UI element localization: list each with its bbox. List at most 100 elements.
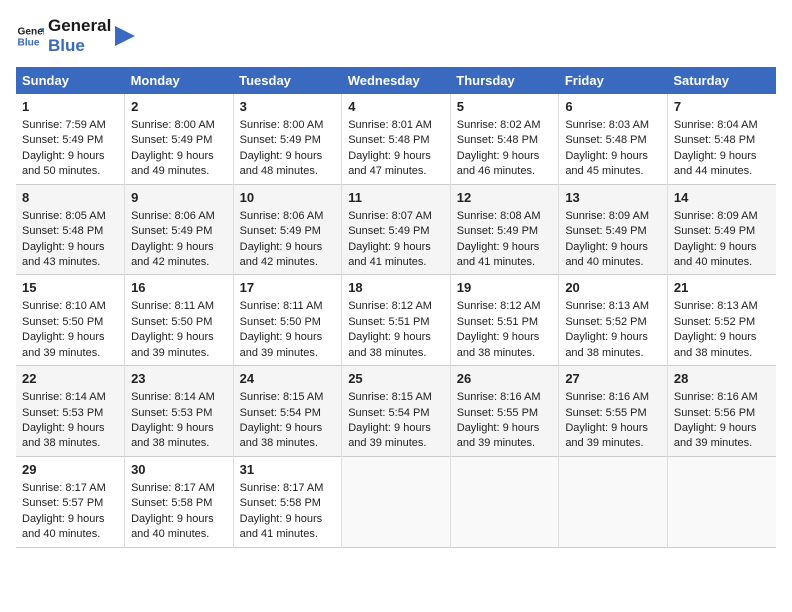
day-info: Sunrise: 8:17 AM — [131, 481, 227, 496]
day-number: 14 — [674, 189, 770, 207]
day-info: and 43 minutes. — [22, 255, 118, 270]
logo-blue: Blue — [48, 36, 111, 56]
day-info: Sunset: 5:48 PM — [457, 133, 553, 148]
day-info: Daylight: 9 hours — [240, 240, 336, 255]
day-cell: 8 Sunrise: 8:05 AMSunset: 5:48 PMDaylight… — [16, 184, 125, 275]
day-info: and 50 minutes. — [22, 164, 118, 179]
day-info: Sunrise: 8:15 AM — [240, 390, 336, 405]
day-cell — [450, 456, 559, 547]
day-info: Sunset: 5:50 PM — [240, 315, 336, 330]
day-cell: 12Sunrise: 8:08 AMSunset: 5:49 PMDayligh… — [450, 184, 559, 275]
day-info: Sunrise: 8:01 AM — [348, 118, 444, 133]
day-info: and 42 minutes. — [131, 255, 227, 270]
day-info: Sunset: 5:49 PM — [240, 133, 336, 148]
day-cell: 6Sunrise: 8:03 AMSunset: 5:48 PMDaylight… — [559, 94, 668, 184]
day-info: Sunrise: 8:06 AM — [131, 209, 227, 224]
day-cell: 26Sunrise: 8:16 AMSunset: 5:55 PMDayligh… — [450, 366, 559, 457]
day-info: Sunset: 5:52 PM — [674, 315, 770, 330]
day-info: Daylight: 9 hours — [131, 330, 227, 345]
day-cell: 1Sunrise: 7:59 AMSunset: 5:49 PMDaylight… — [16, 94, 125, 184]
week-row-1: 1Sunrise: 7:59 AMSunset: 5:49 PMDaylight… — [16, 94, 776, 184]
day-info: Daylight: 9 hours — [565, 149, 661, 164]
day-cell: 15Sunrise: 8:10 AMSunset: 5:50 PMDayligh… — [16, 275, 125, 366]
day-number: 28 — [674, 370, 770, 388]
day-info: Sunset: 5:52 PM — [565, 315, 661, 330]
day-cell: 21Sunrise: 8:13 AMSunset: 5:52 PMDayligh… — [667, 275, 776, 366]
week-row-3: 15Sunrise: 8:10 AMSunset: 5:50 PMDayligh… — [16, 275, 776, 366]
day-info: and 38 minutes. — [240, 436, 336, 451]
day-number: 11 — [348, 189, 444, 207]
day-info: Sunrise: 8:05 AM — [22, 209, 118, 224]
day-info: and 45 minutes. — [565, 164, 661, 179]
day-info: and 39 minutes. — [457, 436, 553, 451]
day-cell: 27Sunrise: 8:16 AMSunset: 5:55 PMDayligh… — [559, 366, 668, 457]
day-info: Daylight: 9 hours — [240, 421, 336, 436]
day-info: Sunrise: 8:09 AM — [674, 209, 770, 224]
day-info: Sunset: 5:48 PM — [22, 224, 118, 239]
day-info: and 40 minutes. — [674, 255, 770, 270]
day-info: and 39 minutes. — [348, 436, 444, 451]
day-info: Daylight: 9 hours — [22, 149, 118, 164]
day-info: and 38 minutes. — [457, 346, 553, 361]
day-cell: 19Sunrise: 8:12 AMSunset: 5:51 PMDayligh… — [450, 275, 559, 366]
day-info: Sunset: 5:53 PM — [22, 406, 118, 421]
day-info: Daylight: 9 hours — [457, 240, 553, 255]
day-info: Daylight: 9 hours — [457, 330, 553, 345]
week-row-4: 22Sunrise: 8:14 AMSunset: 5:53 PMDayligh… — [16, 366, 776, 457]
day-info: Sunset: 5:53 PM — [131, 406, 227, 421]
day-info: Sunrise: 8:14 AM — [22, 390, 118, 405]
day-cell: 3Sunrise: 8:00 AMSunset: 5:49 PMDaylight… — [233, 94, 342, 184]
day-cell: 25Sunrise: 8:15 AMSunset: 5:54 PMDayligh… — [342, 366, 451, 457]
day-number: 8 — [22, 189, 118, 207]
day-cell: 10Sunrise: 8:06 AMSunset: 5:49 PMDayligh… — [233, 184, 342, 275]
day-cell: 4Sunrise: 8:01 AMSunset: 5:48 PMDaylight… — [342, 94, 451, 184]
day-info: Sunrise: 8:11 AM — [240, 299, 336, 314]
day-info: Daylight: 9 hours — [348, 421, 444, 436]
day-number: 29 — [22, 461, 118, 479]
day-info: Daylight: 9 hours — [674, 240, 770, 255]
day-info: and 39 minutes. — [565, 436, 661, 451]
day-info: Sunrise: 8:12 AM — [348, 299, 444, 314]
day-number: 1 — [22, 98, 118, 116]
day-cell — [342, 456, 451, 547]
day-info: and 41 minutes. — [348, 255, 444, 270]
day-cell: 30Sunrise: 8:17 AMSunset: 5:58 PMDayligh… — [125, 456, 234, 547]
day-info: Daylight: 9 hours — [131, 421, 227, 436]
day-info: Sunrise: 8:17 AM — [240, 481, 336, 496]
col-header-wednesday: Wednesday — [342, 67, 451, 94]
day-info: Daylight: 9 hours — [348, 240, 444, 255]
day-info: Daylight: 9 hours — [674, 421, 770, 436]
day-info: Daylight: 9 hours — [22, 421, 118, 436]
day-info: Sunrise: 8:16 AM — [674, 390, 770, 405]
day-number: 22 — [22, 370, 118, 388]
col-header-friday: Friday — [559, 67, 668, 94]
day-info: Daylight: 9 hours — [22, 330, 118, 345]
day-info: Sunset: 5:49 PM — [674, 224, 770, 239]
day-number: 15 — [22, 279, 118, 297]
day-cell: 14 Sunrise: 8:09 AMSunset: 5:49 PMDayligh… — [667, 184, 776, 275]
day-info: Sunset: 5:49 PM — [348, 224, 444, 239]
day-cell: 17Sunrise: 8:11 AMSunset: 5:50 PMDayligh… — [233, 275, 342, 366]
logo-icon: General Blue — [16, 22, 44, 50]
day-info: Sunset: 5:54 PM — [240, 406, 336, 421]
day-info: Sunrise: 8:17 AM — [22, 481, 118, 496]
day-info: Sunrise: 8:03 AM — [565, 118, 661, 133]
day-info: Sunset: 5:49 PM — [131, 133, 227, 148]
day-info: Sunset: 5:50 PM — [22, 315, 118, 330]
col-header-tuesday: Tuesday — [233, 67, 342, 94]
day-info: and 41 minutes. — [240, 527, 336, 542]
day-cell: 11Sunrise: 8:07 AMSunset: 5:49 PMDayligh… — [342, 184, 451, 275]
day-info: and 38 minutes. — [22, 436, 118, 451]
day-info: Sunset: 5:56 PM — [674, 406, 770, 421]
col-header-monday: Monday — [125, 67, 234, 94]
day-info: Sunset: 5:49 PM — [457, 224, 553, 239]
day-info: Daylight: 9 hours — [22, 240, 118, 255]
day-info: and 38 minutes. — [565, 346, 661, 361]
day-info: Daylight: 9 hours — [22, 512, 118, 527]
day-info: and 42 minutes. — [240, 255, 336, 270]
day-info: Sunset: 5:48 PM — [565, 133, 661, 148]
day-info: Daylight: 9 hours — [240, 149, 336, 164]
day-cell: 18Sunrise: 8:12 AMSunset: 5:51 PMDayligh… — [342, 275, 451, 366]
week-row-2: 8Sunrise: 8:05 AMSunset: 5:48 PMDaylight… — [16, 184, 776, 275]
day-info: and 39 minutes. — [22, 346, 118, 361]
